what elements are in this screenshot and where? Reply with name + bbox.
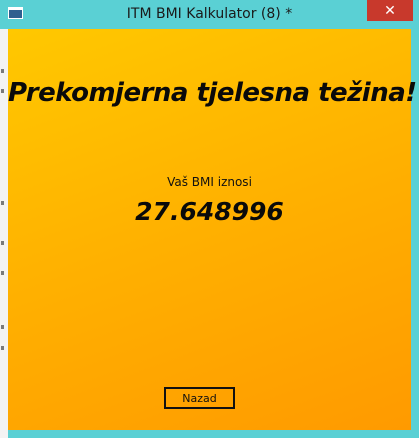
window-title: ITM BMI Kalkulator (8) * — [126, 6, 293, 22]
title-bar[interactable]: ITM BMI Kalkulator (8) * ✕ — [0, 0, 419, 29]
bmi-value: 27.648996 — [135, 197, 284, 226]
app-window: ITM BMI Kalkulator (8) * ✕ Prekomjerna t… — [0, 0, 419, 438]
result-headline: Prekomjerna tjelesna težina! — [8, 78, 417, 108]
background-window-edge — [0, 29, 8, 438]
close-button[interactable]: ✕ — [367, 0, 413, 21]
bmi-label: Vaš BMI iznosi — [167, 175, 252, 189]
close-icon: ✕ — [384, 2, 396, 19]
back-button[interactable]: Nazad — [164, 387, 235, 409]
result-panel: Prekomjerna tjelesna težina! Vaš BMI izn… — [8, 29, 417, 430]
